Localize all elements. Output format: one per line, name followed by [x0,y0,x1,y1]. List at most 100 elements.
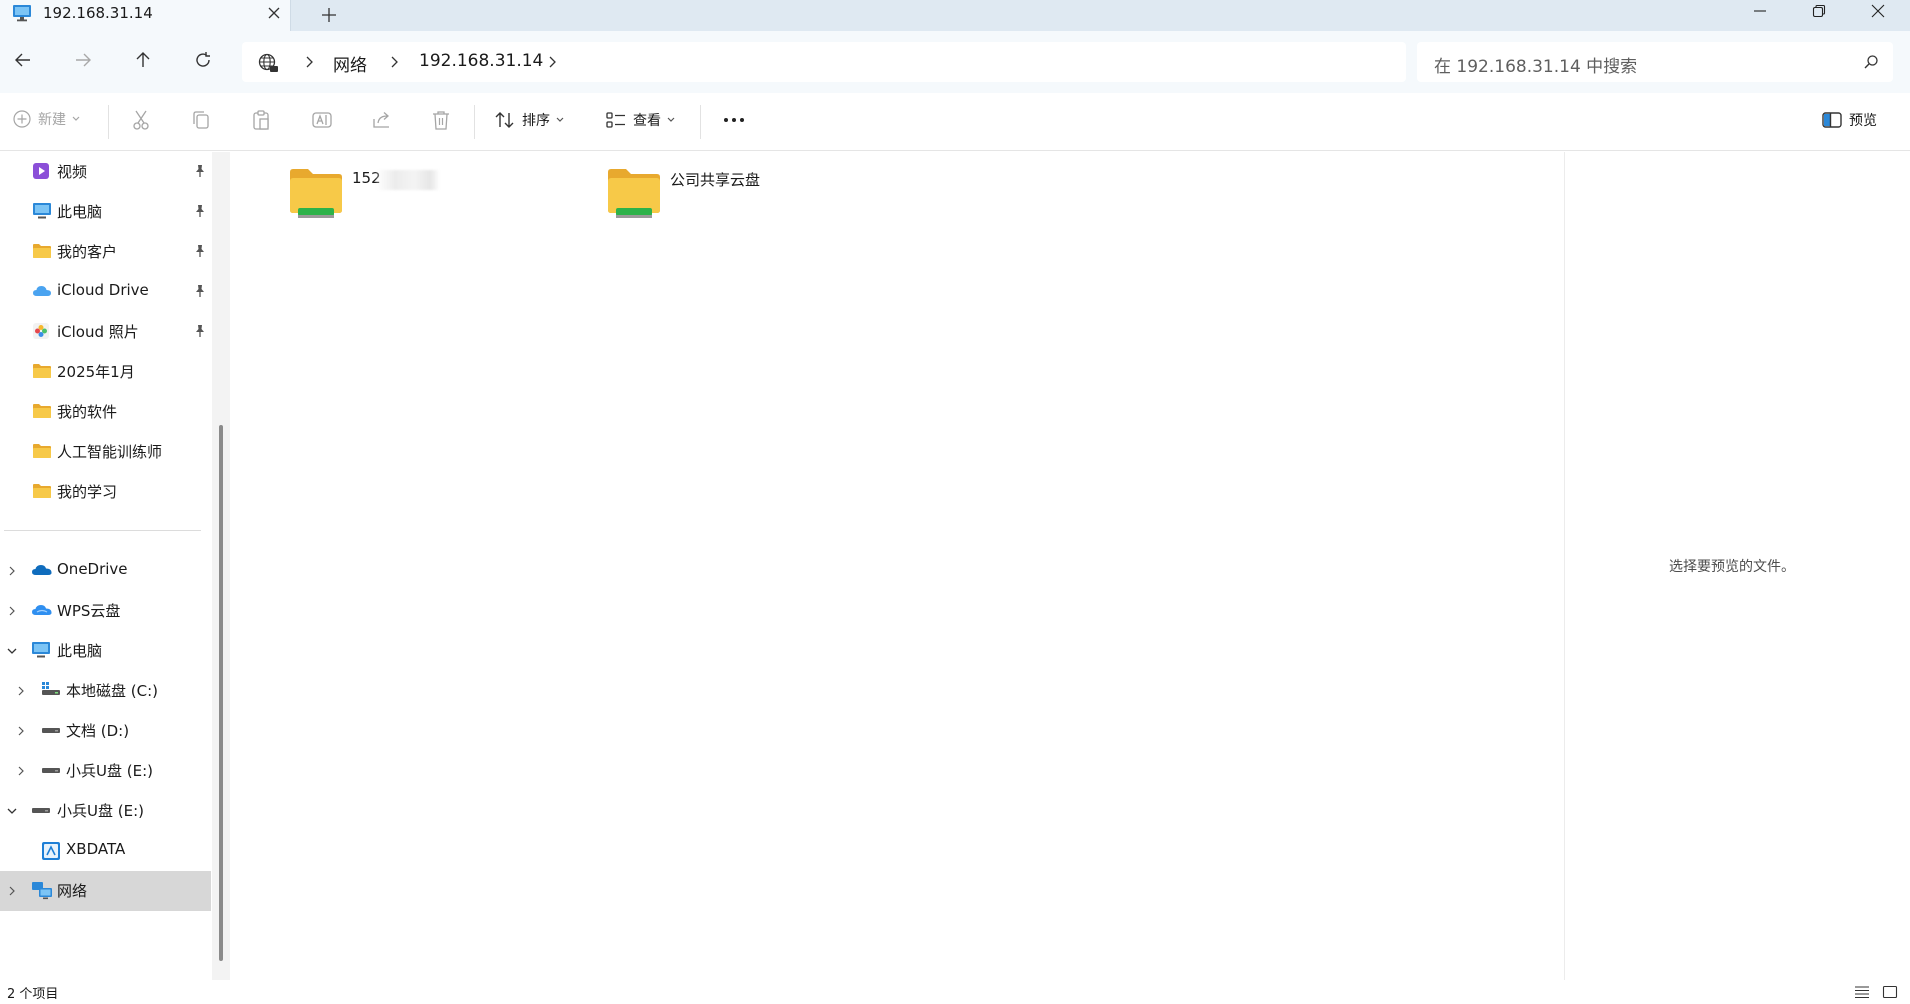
onedrive-icon [31,561,53,579]
toolbar-divider [108,105,109,139]
delete-icon [431,109,451,131]
sidebar-item-drive-c[interactable]: 本地磁盘 (C:) [0,671,211,711]
tab-current[interactable]: 192.168.31.14 [0,0,291,31]
xbdata-icon [41,841,61,861]
minimize-button[interactable] [1730,0,1788,31]
breadcrumb-host[interactable]: 192.168.31.14 [419,51,543,71]
chevron-right-icon[interactable] [15,724,27,738]
paste-button[interactable] [251,109,271,131]
share-button[interactable] [371,109,393,131]
sidebar-item-drive-e[interactable]: 小兵U盘 (E:) [0,791,211,831]
window-close-button[interactable] [1848,0,1906,31]
sidebar-item-my-study[interactable]: 我的学习 [0,472,211,512]
pin-icon[interactable] [193,284,207,298]
chevron-right-icon[interactable] [302,54,316,70]
sidebar-item-label: 小兵U盘 (E:) [57,802,144,820]
close-tab-icon[interactable] [264,3,284,23]
sidebar-item-wps-cloud[interactable]: WPS云盘 [0,591,211,631]
up-button[interactable] [128,45,158,75]
sidebar-item-drive-d[interactable]: 文档 (D:) [0,711,211,751]
sidebar-item-ai-trainer[interactable]: 人工智能训练师 [0,432,211,472]
drive-icon [41,721,61,739]
new-tab-icon[interactable] [318,4,340,26]
sidebar-item-onedrive[interactable]: OneDrive [0,551,211,591]
chevron-right-icon[interactable] [6,884,18,898]
sidebar-item-label: 2025年1月 [57,363,135,381]
forward-button[interactable] [68,45,98,75]
preview-label: 预览 [1849,113,1877,129]
sidebar-item-icloud-drive[interactable]: iCloud Drive [0,272,211,312]
chevron-right-icon[interactable] [6,564,18,578]
chevron-right-icon[interactable] [545,54,559,70]
sidebar-item-label: 此电脑 [57,642,103,660]
redaction-mask [376,170,440,190]
sidebar-scrollbar[interactable] [212,152,230,980]
cut-icon [131,109,151,131]
chevron-right-icon[interactable] [387,54,401,70]
view-layout-icon [605,109,627,131]
details-view-icon[interactable] [1854,985,1870,999]
folder-icon [32,242,52,260]
sidebar-item-label: iCloud Drive [57,281,149,299]
view-button[interactable]: 查看 [605,109,676,131]
scrollbar-thumb[interactable] [219,425,223,961]
folder-item[interactable]: 152 [288,166,548,222]
pin-icon[interactable] [193,324,207,338]
search-icon[interactable] [1863,54,1879,70]
shared-folder-icon [288,166,344,220]
chevron-down-icon [71,115,81,123]
preview-pane-button[interactable]: 预览 [1821,109,1877,131]
refresh-button[interactable] [188,45,218,75]
sidebar-item-network[interactable]: 网络 [0,871,211,911]
folder-icon [32,442,52,460]
sidebar-item-xbdata[interactable]: XBDATA [0,831,211,871]
cut-button[interactable] [131,109,151,131]
preview-pane: 选择要预览的文件。 [1564,152,1910,980]
sidebar-item-2025-jan[interactable]: 2025年1月 [0,352,211,392]
sidebar-item-this-pc-tree[interactable]: 此电脑 [0,631,211,671]
sidebar-item-drive-e-child[interactable]: 小兵U盘 (E:) [0,751,211,791]
chevron-right-icon[interactable] [15,764,27,778]
network-globe-icon [257,52,279,74]
address-field[interactable]: 网络 192.168.31.14 [242,42,1406,82]
folder-item[interactable]: 公司共享云盘 [606,166,866,222]
preview-empty-text: 选择要预览的文件。 [1669,559,1795,575]
shared-folder-icon [606,166,662,220]
file-list: 152 公司共享云盘 [232,152,1562,980]
sidebar-item-icloud-photos[interactable]: iCloud 照片 [0,312,211,352]
title-bar: 192.168.31.14 [0,0,1910,31]
folder-icon [32,402,52,420]
sidebar-item-this-pc[interactable]: 此电脑 [0,192,211,232]
chevron-right-icon[interactable] [6,604,18,618]
folder-icon [32,482,52,500]
search-input[interactable]: 在 192.168.31.14 中搜索 [1417,42,1893,82]
back-button[interactable] [8,45,38,75]
drive-icon [41,761,61,779]
pin-icon[interactable] [193,204,207,218]
sidebar-item-label: 我的软件 [57,403,118,421]
sidebar-item-label: 小兵U盘 (E:) [66,762,153,780]
breadcrumb-network[interactable]: 网络 [333,51,367,76]
sidebar-item-label: 人工智能训练师 [57,443,163,461]
sidebar-item-my-clients[interactable]: 我的客户 [0,232,211,272]
pin-icon[interactable] [193,164,207,178]
copy-button[interactable] [191,109,211,131]
chevron-right-icon[interactable] [15,684,27,698]
network-icon [31,881,53,901]
copy-icon [191,109,211,131]
restore-button[interactable] [1789,0,1847,31]
large-icons-view-icon[interactable] [1882,985,1898,999]
chevron-down-icon[interactable] [5,804,19,818]
sidebar-item-videos[interactable]: 视频 [0,152,211,192]
new-button[interactable]: 新建 [12,109,81,129]
more-options-button[interactable] [721,109,747,131]
wps-cloud-icon [31,601,53,619]
pin-icon[interactable] [193,244,207,258]
system-drive-icon [41,681,61,699]
sort-button[interactable]: 排序 [494,109,565,131]
chevron-down-icon[interactable] [5,644,19,658]
rename-button[interactable] [311,109,333,131]
sort-label: 排序 [522,113,550,129]
delete-button[interactable] [431,109,451,131]
sidebar-item-my-software[interactable]: 我的软件 [0,392,211,432]
